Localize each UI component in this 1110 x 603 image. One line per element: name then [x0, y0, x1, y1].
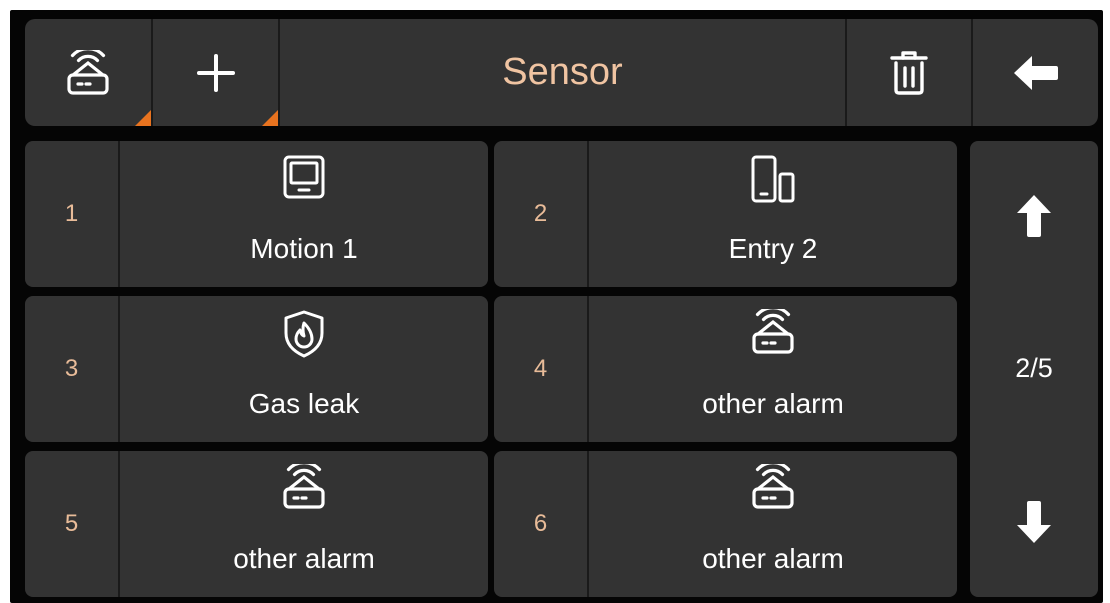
sensor-card-1[interactable]: 1 Motion 1 [25, 141, 488, 287]
motion-sensor-icon [283, 155, 325, 199]
sensor-label: Entry 2 [728, 233, 818, 264]
corner-indicator [262, 110, 278, 126]
sensor-number: 3 [64, 355, 79, 382]
sensor-label: Gas leak [248, 388, 360, 419]
plus-icon [196, 53, 235, 92]
gas-shield-icon [284, 310, 324, 358]
router-alarm-icon [283, 464, 325, 509]
sensor-label: other alarm [702, 388, 844, 419]
page-indicator: 2/5 [1015, 353, 1053, 383]
page-up-button[interactable] [970, 193, 1098, 239]
router-alarm-icon [67, 49, 109, 95]
sensor-number: 4 [533, 355, 548, 382]
sensor-label: Motion 1 [250, 233, 358, 264]
corner-indicator [135, 110, 151, 126]
delete-button[interactable] [847, 19, 971, 126]
router-alarm-icon [752, 464, 794, 509]
top-bar: Sensor [25, 19, 1098, 126]
sensor-number: 1 [64, 200, 79, 227]
back-button[interactable] [973, 19, 1098, 126]
arrow-up-icon [1017, 195, 1051, 237]
pagination-panel: 2/5 [970, 141, 1098, 597]
sensor-card-3[interactable]: 3 Gas leak [25, 296, 488, 442]
screen: Sensor 1 Motion 1 2 Entry 2 3 Gas leak 4… [10, 10, 1103, 603]
sensor-number: 5 [64, 510, 79, 537]
sensor-label: other alarm [702, 543, 844, 574]
add-button[interactable] [153, 19, 278, 126]
page-down-button[interactable] [970, 499, 1098, 545]
entry-sensor-icon [751, 155, 795, 203]
arrow-down-icon [1017, 501, 1051, 543]
sensor-number: 2 [533, 200, 548, 227]
arrow-left-icon [1013, 55, 1058, 90]
router-alarm-icon [752, 309, 794, 354]
sensor-card-5[interactable]: 5 other alarm [25, 451, 488, 597]
sensor-card-4[interactable]: 4 other alarm [494, 296, 957, 442]
sensor-card-2[interactable]: 2 Entry 2 [494, 141, 957, 287]
sensor-label: other alarm [233, 543, 375, 574]
trash-icon [890, 50, 928, 95]
sensor-card-6[interactable]: 6 other alarm [494, 451, 957, 597]
sensor-number: 6 [533, 510, 548, 537]
alarm-button[interactable] [25, 19, 151, 126]
page-title: Sensor [502, 51, 623, 93]
